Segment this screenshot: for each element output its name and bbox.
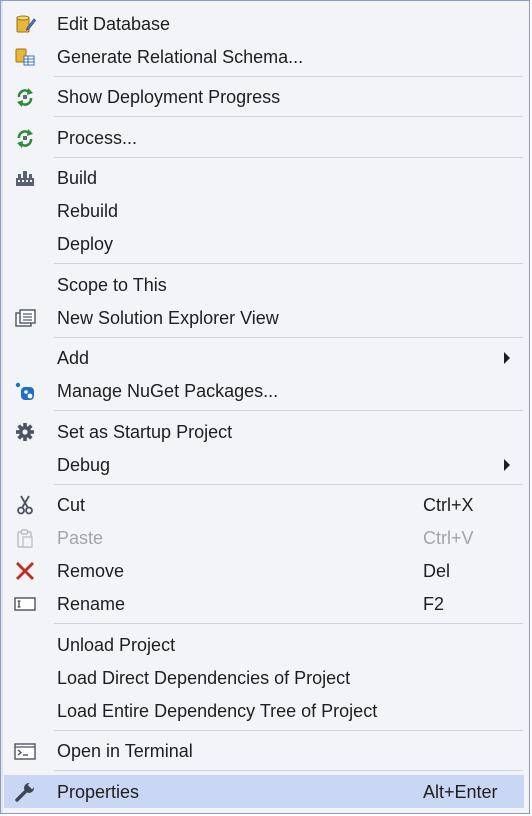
menu-item-shortcut: Alt+Enter — [423, 782, 498, 802]
nuget-icon — [14, 381, 36, 401]
menu-item-scope-to-this[interactable]: Scope to This — [4, 268, 524, 301]
menu-item-properties[interactable]: Properties Alt+Enter — [4, 775, 524, 808]
menu-item-label: Load Entire Dependency Tree of Project — [57, 701, 378, 721]
menu-item-label: Open in Terminal — [57, 741, 193, 761]
schema-icon — [14, 47, 36, 67]
rename-icon — [14, 594, 36, 614]
wrench-icon — [14, 782, 36, 802]
menu-item-label: Edit Database — [57, 14, 171, 34]
menu-separator — [54, 116, 523, 117]
build-icon — [14, 168, 36, 188]
menu-item-label: Cut — [57, 495, 86, 515]
menu-item-label: Unload Project — [57, 635, 176, 655]
process-icon — [14, 128, 36, 148]
menu-item-label: Set as Startup Project — [57, 422, 233, 442]
deployment-progress-icon — [14, 87, 36, 107]
menu-separator — [54, 76, 523, 77]
menu-item-shortcut: F2 — [423, 594, 445, 614]
paste-icon — [14, 528, 36, 548]
menu-item-label: Add — [57, 348, 90, 368]
menu-item-shortcut: Ctrl+X — [423, 495, 474, 515]
menu-separator — [54, 410, 523, 411]
menu-item-label: Build — [57, 168, 98, 188]
menu-item-remove[interactable]: Remove Del — [4, 554, 524, 587]
menu-item-shortcut: Del — [423, 561, 451, 581]
submenu-arrow-icon — [504, 459, 510, 471]
edit-database-icon — [14, 14, 36, 34]
menu-item-rebuild[interactable]: Rebuild — [4, 194, 524, 227]
menu-item-label: Paste — [57, 528, 104, 548]
menu-separator — [54, 730, 523, 731]
menu-item-build[interactable]: Build — [4, 161, 524, 194]
menu-separator — [54, 263, 523, 264]
menu-item-label: Rebuild — [57, 201, 119, 221]
menu-item-load-entire-dependency-tree[interactable]: Load Entire Dependency Tree of Project — [4, 694, 524, 727]
menu-separator — [54, 337, 523, 338]
menu-item-label: Properties — [57, 782, 140, 802]
menu-item-show-deployment-progress[interactable]: Show Deployment Progress — [4, 80, 524, 113]
menu-item-label: Remove — [57, 561, 125, 581]
menu-item-paste: Paste Ctrl+V — [4, 521, 524, 554]
menu-separator — [54, 157, 523, 158]
menu-left-gutter — [1, 1, 3, 813]
menu-item-new-solution-explorer-view[interactable]: New Solution Explorer View — [4, 301, 524, 334]
remove-x-icon — [14, 561, 36, 581]
menu-item-label: Scope to This — [57, 275, 167, 295]
gear-icon — [14, 422, 36, 442]
submenu-arrow-icon — [504, 352, 510, 364]
menu-item-process[interactable]: Process... — [4, 121, 524, 154]
menu-item-unload-project[interactable]: Unload Project — [4, 628, 524, 661]
menu-item-add[interactable]: Add — [4, 341, 524, 374]
menu-item-load-direct-dependencies[interactable]: Load Direct Dependencies of Project — [4, 661, 524, 694]
scissors-icon — [14, 495, 36, 515]
menu-item-label: Deploy — [57, 234, 114, 254]
menu-item-edit-database[interactable]: Edit Database — [4, 7, 524, 40]
menu-item-label: Process... — [57, 128, 138, 148]
menu-item-debug[interactable]: Debug — [4, 448, 524, 481]
menu-item-set-as-startup-project[interactable]: Set as Startup Project — [4, 415, 524, 448]
menu-item-manage-nuget-packages[interactable]: Manage NuGet Packages... — [4, 374, 524, 407]
menu-item-shortcut: Ctrl+V — [423, 528, 474, 548]
menu-item-label: Debug — [57, 455, 111, 475]
terminal-icon — [14, 741, 36, 761]
menu-separator — [54, 623, 523, 624]
menu-item-open-in-terminal[interactable]: Open in Terminal — [4, 734, 524, 767]
menu-item-rename[interactable]: Rename F2 — [4, 587, 524, 620]
menu-item-label: Rename — [57, 594, 126, 614]
context-menu: Edit Database Generate Relational Schema… — [0, 0, 530, 814]
menu-item-generate-relational-schema[interactable]: Generate Relational Schema... — [4, 40, 524, 73]
menu-item-label: Generate Relational Schema... — [57, 47, 304, 67]
solution-explorer-view-icon — [14, 308, 36, 328]
menu-separator — [54, 484, 523, 485]
menu-item-label: Show Deployment Progress — [57, 87, 281, 107]
menu-item-cut[interactable]: Cut Ctrl+X — [4, 488, 524, 521]
menu-item-deploy[interactable]: Deploy — [4, 227, 524, 260]
menu-item-label: New Solution Explorer View — [57, 308, 279, 328]
menu-item-label: Manage NuGet Packages... — [57, 381, 279, 401]
menu-item-label: Load Direct Dependencies of Project — [57, 668, 351, 688]
menu-separator — [54, 770, 523, 771]
